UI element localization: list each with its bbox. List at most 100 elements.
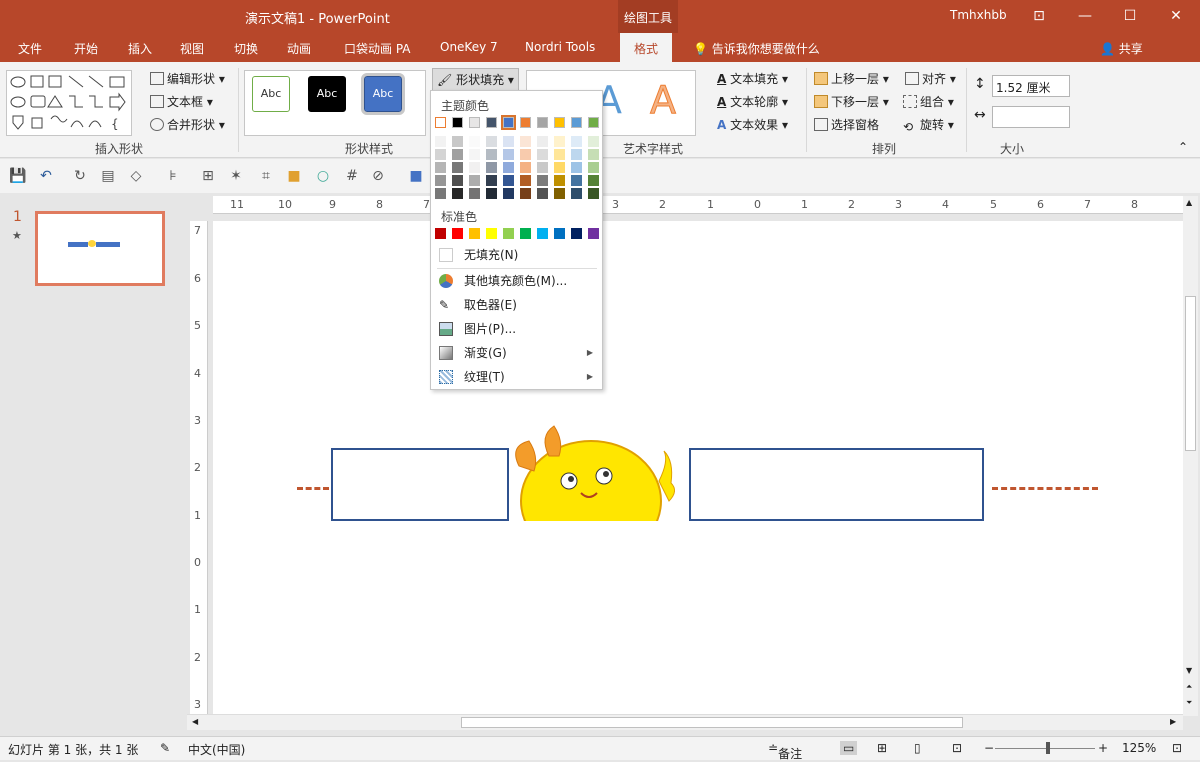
theme-shade-swatch[interactable] [520, 188, 531, 199]
notes-button[interactable]: ≐ 备注 [768, 741, 802, 761]
wordart-style-orange[interactable]: A [650, 78, 677, 123]
theme-shade-swatch[interactable] [435, 175, 446, 186]
tab-pocket-animation[interactable]: 口袋动画 PA [344, 40, 411, 57]
theme-shade-swatch[interactable] [503, 162, 514, 173]
save-icon[interactable]: 💾 [9, 168, 26, 184]
theme-shade-swatch[interactable] [452, 136, 463, 147]
standard-color-swatch[interactable] [537, 228, 548, 239]
undo-icon[interactable]: ↶ [38, 168, 54, 184]
theme-shade-swatch[interactable] [571, 162, 582, 173]
zoom-out-icon[interactable]: − [984, 741, 994, 755]
theme-shade-swatch[interactable] [452, 149, 463, 160]
shape-style-blue[interactable]: Abc [361, 73, 405, 115]
shape-style-outline[interactable]: Abc [252, 76, 290, 112]
redo-icon[interactable]: ↻ [72, 168, 88, 184]
edit-shape-button[interactable]: 编辑形状 ▾ [150, 70, 225, 87]
theme-shade-swatch[interactable] [520, 162, 531, 173]
distribute-quick-icon[interactable]: ⊞ [200, 168, 216, 184]
theme-shade-swatch[interactable] [571, 136, 582, 147]
theme-shade-swatch[interactable] [571, 188, 582, 199]
theme-shade-swatch[interactable] [486, 149, 497, 160]
vertical-scroll-thumb[interactable] [1185, 296, 1196, 451]
fit-slide-icon[interactable]: ⊡ [1172, 741, 1182, 755]
collapse-ribbon-icon[interactable]: ⌃ [1178, 140, 1188, 154]
theme-shade-swatch[interactable] [503, 149, 514, 160]
theme-shade-swatch[interactable] [503, 136, 514, 147]
restore-icon[interactable]: ☐ [1117, 4, 1143, 28]
slide-thumbnail-1[interactable] [35, 211, 165, 286]
next-slide-icon[interactable]: ⏷ [1186, 698, 1192, 708]
theme-shade-swatch[interactable] [469, 162, 480, 173]
theme-color-swatch[interactable] [554, 117, 565, 128]
theme-color-swatch[interactable] [452, 117, 463, 128]
theme-color-swatch[interactable] [469, 117, 480, 128]
scroll-up-icon[interactable]: ▲ [1186, 198, 1192, 207]
more-fill-colors-item[interactable]: 其他填充颜色(M)... [437, 270, 597, 292]
shapes-gallery[interactable]: { [6, 70, 132, 136]
slide-canvas[interactable] [213, 221, 1183, 716]
tab-format[interactable]: 格式 [620, 33, 673, 62]
zoom-level[interactable]: 125% [1122, 741, 1156, 755]
theme-color-swatch[interactable] [537, 117, 548, 128]
theme-color-swatch[interactable] [588, 117, 599, 128]
crop-quick-icon[interactable]: ⌗ [258, 168, 274, 184]
standard-color-swatch[interactable] [503, 228, 514, 239]
standard-color-swatch[interactable] [486, 228, 497, 239]
theme-shade-swatch[interactable] [520, 149, 531, 160]
zoom-slider-thumb[interactable] [1046, 742, 1050, 754]
align-quick-icon[interactable]: ⊧ [165, 168, 181, 184]
theme-shade-swatch[interactable] [435, 149, 446, 160]
theme-shade-swatch[interactable] [571, 149, 582, 160]
scroll-right-icon[interactable]: ▶ [1170, 717, 1176, 726]
tab-animations[interactable]: 动画 [287, 40, 311, 57]
fill-quick-icon[interactable]: ■ [286, 168, 302, 184]
standard-color-swatch[interactable] [588, 228, 599, 239]
standard-color-swatch[interactable] [520, 228, 531, 239]
dashed-line-right[interactable] [992, 487, 1098, 490]
slide-sorter-icon[interactable]: ⊞ [877, 741, 887, 755]
theme-color-swatch[interactable] [501, 115, 516, 130]
slideshow-icon[interactable]: ⊡ [952, 741, 962, 755]
theme-color-swatch[interactable] [571, 117, 582, 128]
rectangle-right[interactable] [689, 448, 984, 521]
theme-shade-swatch[interactable] [554, 149, 565, 160]
theme-shade-swatch[interactable] [469, 188, 480, 199]
theme-color-swatch[interactable] [520, 117, 531, 128]
spelling-check-icon[interactable]: ✎ [160, 741, 170, 755]
tell-me-search[interactable]: 💡 告诉我你想要做什么 [693, 40, 820, 57]
slide-count-status[interactable]: 幻灯片 第 1 张，共 1 张 [8, 741, 138, 758]
reading-view-icon[interactable]: ▯ [914, 741, 921, 755]
theme-shade-swatch[interactable] [537, 149, 548, 160]
shape-fill-button[interactable]: 🖌 形状填充 ▾ [432, 68, 519, 91]
user-name[interactable]: Tmhxhbb [950, 8, 1007, 22]
scroll-down-icon[interactable]: ▼ [1186, 666, 1192, 675]
theme-shade-swatch[interactable] [554, 162, 565, 173]
theme-shade-swatch[interactable] [503, 188, 514, 199]
vertical-scrollbar[interactable]: ▲ ▼ ⏶ ⏷ [1183, 196, 1198, 716]
standard-color-swatch[interactable] [452, 228, 463, 239]
theme-shade-swatch[interactable] [537, 162, 548, 173]
previous-slide-icon[interactable]: ⏶ [1186, 682, 1192, 692]
theme-shade-swatch[interactable] [486, 136, 497, 147]
shape-width-input[interactable] [992, 106, 1070, 128]
shape-quick-icon[interactable]: ◇ [128, 168, 144, 184]
theme-color-swatch[interactable] [486, 117, 497, 128]
standard-color-swatch[interactable] [469, 228, 480, 239]
theme-shade-swatch[interactable] [588, 175, 599, 186]
text-effects-button[interactable]: A 文本效果 ▾ [717, 116, 788, 133]
theme-shade-swatch[interactable] [503, 175, 514, 186]
cartoon-character-image[interactable] [509, 421, 689, 521]
tab-insert[interactable]: 插入 [128, 40, 152, 57]
textbox-button[interactable]: 文本框 ▾ [150, 93, 213, 110]
theme-shade-swatch[interactable] [469, 136, 480, 147]
animation-quick-icon[interactable]: ✶ [228, 168, 244, 184]
standard-color-swatch[interactable] [571, 228, 582, 239]
theme-shade-swatch[interactable] [486, 175, 497, 186]
share-button[interactable]: 👤 共享 [1100, 40, 1143, 57]
gradient-fill-item[interactable]: 渐变(G) ▶ [437, 342, 597, 364]
minimize-icon[interactable]: — [1072, 4, 1098, 28]
align-button[interactable]: 对齐 ▾ [905, 70, 956, 87]
group-button[interactable]: 组合 ▾ [903, 93, 954, 110]
theme-shade-swatch[interactable] [520, 175, 531, 186]
selection-pane-button[interactable]: 选择窗格 [814, 116, 879, 133]
